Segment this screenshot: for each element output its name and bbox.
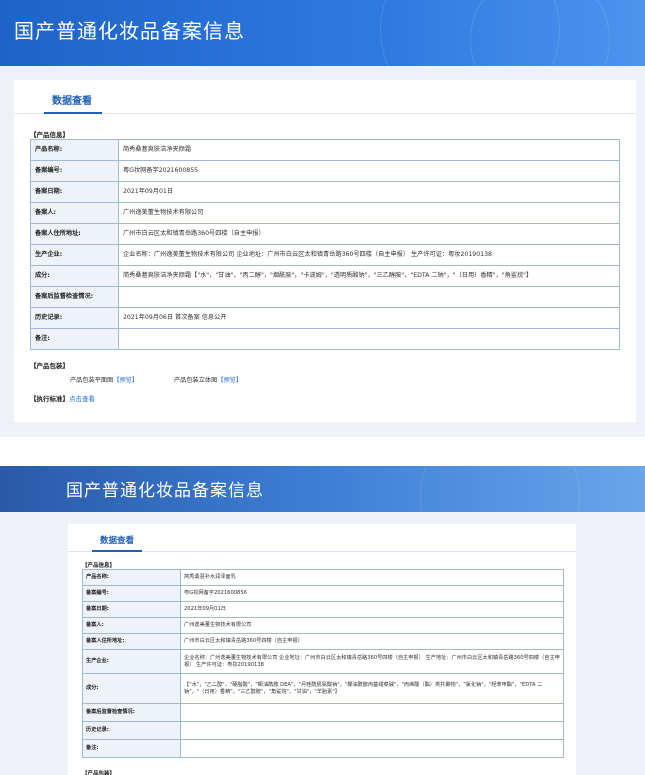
row-label: 备案人住所地址: bbox=[82, 633, 181, 650]
table-row: 备案日期: 2021年09月01日 bbox=[30, 181, 620, 203]
product-info-table: 产品名称: 简秀桑葚补水润泽面乳 备案编号: 粤G妆网备字2021600856 备案… bbox=[82, 569, 564, 758]
row-label: 成分: bbox=[82, 673, 181, 704]
row-value: 简秀桑葚爽肤洁净夹颜霜【"水"，"甘油"，"丙二醇"，"烟酰胺"，"卡波姆"，"… bbox=[118, 265, 620, 287]
row-value: 粤G妆网备字2021600856 bbox=[180, 585, 564, 602]
row-value bbox=[180, 721, 564, 740]
table-row: 备案后监督检查情况: bbox=[30, 286, 620, 308]
package-solid-preview-link[interactable]: 【预览】 bbox=[217, 377, 242, 384]
package-solid-line: 产品包装立体图【预览】 bbox=[174, 375, 242, 384]
tab-data-view[interactable]: 数据查看 bbox=[52, 92, 92, 107]
row-value bbox=[180, 739, 564, 758]
content-card: 数据查看 【产品信息】 产品名称: 简秀桑葚爽肤洁净夹颜霜 备案编号: 粤G妆网备字… bbox=[14, 80, 636, 422]
tab-bar: 数据查看 bbox=[14, 80, 636, 114]
package-flat-line: 产品包装平面图【预览】 bbox=[70, 375, 138, 384]
tab-data-view[interactable]: 数据查看 bbox=[100, 534, 134, 546]
product-info-table: 产品名称: 简秀桑葚爽肤洁净夹颜霜 备案编号: 粤G妆网备字2021600855 备… bbox=[30, 139, 620, 350]
row-value: 广州市白云区太和镇青岳路360号四楼（自主申报） bbox=[118, 223, 620, 245]
row-value: 广州逸美董生物技术有限公司 bbox=[180, 617, 564, 634]
table-row: 备案编号: 粤G妆网备字2021600855 bbox=[30, 160, 620, 182]
table-row: 生产企业: 企业名称：广州逸美董生物技术有限公司 企业地址：广州市白云区太和镇青岳… bbox=[82, 649, 564, 674]
table-row: 备案后监督检查情况: bbox=[82, 703, 564, 722]
row-label: 备案编号: bbox=[82, 585, 181, 602]
tab-active-indicator bbox=[44, 112, 102, 114]
package-label: 【产品包装】 bbox=[82, 771, 116, 775]
row-label: 生产企业: bbox=[30, 244, 119, 266]
row-value: 【"水"，"乙二醇"，"硬脂酸"，"椰油酰胺 DEA"，"月桂酰肌氨酸钠"，"椰… bbox=[180, 673, 564, 704]
exec-standard-label: 【执行标准】 bbox=[30, 395, 69, 403]
row-value: 2021年09月01日 bbox=[180, 601, 564, 618]
row-value bbox=[118, 328, 620, 350]
table-row: 历史记录: bbox=[82, 721, 564, 740]
row-label: 备案日期: bbox=[30, 181, 119, 203]
tab-active-indicator bbox=[92, 550, 142, 552]
row-label: 备注: bbox=[82, 739, 181, 758]
row-label: 备案人住所地址: bbox=[30, 223, 119, 245]
row-value: 简秀桑葚爽肤洁净夹颜霜 bbox=[118, 139, 620, 161]
row-value: 简秀桑葚补水润泽面乳 bbox=[180, 569, 564, 586]
row-label: 备案编号: bbox=[30, 160, 119, 182]
package-label: 【产品包装】 bbox=[30, 362, 69, 370]
table-row: 备案人: 广州逸美董生物技术有限公司 bbox=[82, 617, 564, 634]
row-value: 2021年09月06日 首次备案 信息公开 bbox=[118, 307, 620, 329]
row-label: 成分: bbox=[30, 265, 119, 287]
row-value: 粤G妆网备字2021600855 bbox=[118, 160, 620, 182]
row-label: 备案后监督检查情况: bbox=[82, 703, 181, 722]
row-label: 备案日期: bbox=[82, 601, 181, 618]
table-row: 备案人住所地址: 广州市白云区太和镇青岳路360号四楼（自主申报） bbox=[30, 223, 620, 245]
row-value: 企业名称：广州逸美董生物技术有限公司 企业地址：广州市白云区太和镇青岳路360号… bbox=[180, 649, 564, 674]
table-row: 历史记录: 2021年09月06日 首次备案 信息公开 bbox=[30, 307, 620, 329]
table-row: 备注: bbox=[82, 739, 564, 758]
table-row: 备案人: 广州逸美董生物技术有限公司 bbox=[30, 202, 620, 224]
row-value: 广州市白云区太和镇青岳路360号四楼（自主申报） bbox=[180, 633, 564, 650]
row-value bbox=[180, 703, 564, 722]
row-value: 2021年09月01日 bbox=[118, 181, 620, 203]
package-solid-label: 产品包装立体图 bbox=[174, 377, 218, 384]
screenshot-bottom: 国产普通化妆品备案信息 数据查看 【产品信息】 产品名称: 简秀桑葚补水润泽面乳 … bbox=[0, 466, 645, 775]
row-label: 备案人: bbox=[30, 202, 119, 224]
row-label: 历史记录: bbox=[30, 307, 119, 329]
exec-standard-link[interactable]: 点击查看 bbox=[69, 395, 95, 403]
package-flat-preview-link[interactable]: 【预览】 bbox=[113, 377, 138, 384]
table-row: 备案人住所地址: 广州市白云区太和镇青岳路360号四楼（自主申报） bbox=[82, 633, 564, 650]
row-value bbox=[118, 286, 620, 308]
table-row: 备案日期: 2021年09月01日 bbox=[82, 601, 564, 618]
table-row: 产品名称: 简秀桑葚爽肤洁净夹颜霜 bbox=[30, 139, 620, 161]
row-label: 产品名称: bbox=[30, 139, 119, 161]
table-row: 备注: bbox=[30, 328, 620, 350]
exec-standard-line: 【执行标准】点击查看 bbox=[30, 393, 95, 403]
content-card: 数据查看 【产品信息】 产品名称: 简秀桑葚补水润泽面乳 备案编号: 粤G妆网备字2… bbox=[68, 524, 576, 775]
screenshot-top: 国产普通化妆品备案信息 数据查看 【产品信息】 产品名称: 简秀桑葚爽肤洁净夹颜霜… bbox=[0, 0, 645, 437]
page-banner: 国产普通化妆品备案信息 bbox=[0, 466, 645, 512]
page-banner: 国产普通化妆品备案信息 bbox=[0, 0, 645, 66]
product-info-label: 【产品信息】 bbox=[30, 131, 69, 139]
row-value: 广州逸美董生物技术有限公司 bbox=[118, 202, 620, 224]
row-label: 生产企业: bbox=[82, 649, 181, 674]
tab-bar: 数据查看 bbox=[68, 524, 576, 552]
row-label: 备案后监督检查情况: bbox=[30, 286, 119, 308]
table-row: 生产企业: 企业名称：广州逸美董生物技术有限公司 企业地址：广州市白云区太和镇青岳… bbox=[30, 244, 620, 266]
row-value: 企业名称：广州逸美董生物技术有限公司 企业地址：广州市白云区太和镇青岳路360号… bbox=[118, 244, 620, 266]
row-label: 备案人: bbox=[82, 617, 181, 634]
table-row: 备案编号: 粤G妆网备字2021600856 bbox=[82, 585, 564, 602]
row-label: 产品名称: bbox=[82, 569, 181, 586]
package-flat-label: 产品包装平面图 bbox=[70, 377, 114, 384]
screenshot-gap bbox=[0, 437, 645, 466]
table-row: 产品名称: 简秀桑葚补水润泽面乳 bbox=[82, 569, 564, 586]
row-label: 备注: bbox=[30, 328, 119, 350]
row-label: 历史记录: bbox=[82, 721, 181, 740]
banner-title: 国产普通化妆品备案信息 bbox=[66, 481, 264, 501]
table-row: 成分: 简秀桑葚爽肤洁净夹颜霜【"水"，"甘油"，"丙二醇"，"烟酰胺"，"卡波姆… bbox=[30, 265, 620, 287]
table-row: 成分: 【"水"，"乙二醇"，"硬脂酸"，"椰油酰胺 DEA"，"月桂酰肌氨酸钠"… bbox=[82, 673, 564, 704]
banner-title: 国产普通化妆品备案信息 bbox=[14, 19, 245, 43]
product-info-label: 【产品信息】 bbox=[82, 563, 116, 569]
